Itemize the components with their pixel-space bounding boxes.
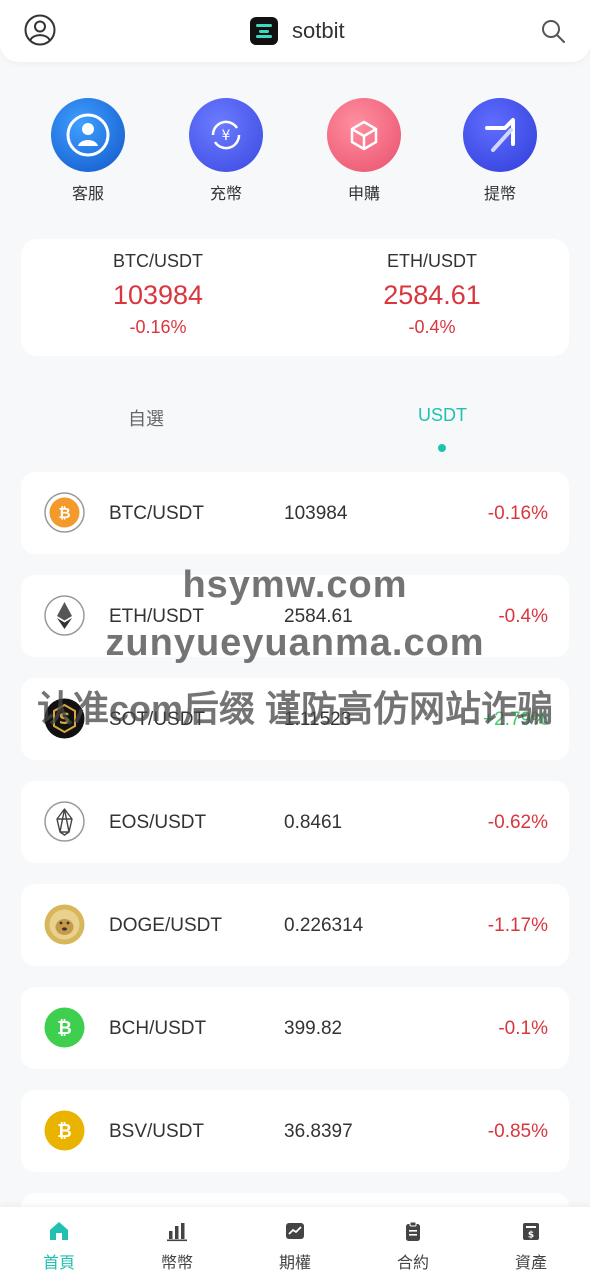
- nav-options[interactable]: 期權: [236, 1207, 354, 1280]
- ticker-card: BTC/USDT 103984 -0.16% ETH/USDT 2584.61 …: [21, 239, 569, 356]
- market-tabs: 自選 USDT: [0, 405, 590, 455]
- svg-text:₿: ₿: [58, 504, 70, 522]
- market-change: -0.16%: [487, 503, 548, 524]
- doge-icon: [44, 904, 85, 945]
- svg-text:₿: ₿: [57, 1018, 72, 1039]
- bottom-nav: 首頁 幣幣 期權 合約 $ 資產: [0, 1207, 590, 1280]
- market-row-doge[interactable]: DOGE/USDT 0.226314 -1.17%: [21, 884, 569, 966]
- withdraw-button[interactable]: 提幣: [450, 98, 550, 204]
- nav-label: 資產: [514, 1255, 547, 1272]
- search-icon[interactable]: [540, 18, 566, 44]
- svg-text:₿: ₿: [57, 1121, 72, 1142]
- market-pair: BSV/USDT: [109, 1121, 205, 1142]
- quick-actions: 客服 ¥ 充幣 申購 提幣: [0, 98, 590, 208]
- trend-icon: [286, 1223, 304, 1239]
- market-change: -1.17%: [487, 915, 548, 936]
- market-pair: DOGE/USDT: [109, 915, 222, 936]
- market-price: 0.226314: [284, 915, 364, 936]
- user-icon[interactable]: [24, 14, 56, 46]
- market-row-bch[interactable]: ₿ BCH/USDT 399.82 -0.1%: [21, 987, 569, 1069]
- market-change: -0.1%: [498, 1018, 548, 1039]
- market-row-bsv[interactable]: ₿ BSV/USDT 36.8397 -0.85%: [21, 1090, 569, 1172]
- nav-assets[interactable]: $ 資產: [472, 1207, 590, 1280]
- watermark-line-3: 认准com后缀 谨防高仿网站诈骗: [36, 688, 554, 729]
- market-price: 0.8461: [284, 812, 343, 833]
- clipboard-icon: [406, 1221, 420, 1241]
- nav-label: 期權: [278, 1255, 311, 1272]
- brand-name: sotbit: [292, 18, 345, 43]
- bch-icon: ₿: [44, 1007, 85, 1048]
- market-row-btc[interactable]: ₿ BTC/USDT 103984 -0.16%: [21, 472, 569, 554]
- nav-label: 幣幣: [160, 1255, 193, 1272]
- market-change: -0.62%: [487, 812, 548, 833]
- market-pair: EOS/USDT: [109, 812, 207, 833]
- bsv-icon: ₿: [44, 1110, 85, 1151]
- nav-label: 首頁: [42, 1255, 75, 1272]
- subscribe-label: 申購: [347, 186, 380, 203]
- ticker-pair: BTC/USDT: [113, 251, 203, 271]
- subscribe-button[interactable]: 申購: [314, 98, 414, 204]
- nav-spot[interactable]: 幣幣: [118, 1207, 236, 1280]
- market-price: 103984: [284, 503, 348, 524]
- deposit-button[interactable]: ¥ 充幣: [176, 98, 276, 204]
- deposit-icon: ¥: [189, 98, 263, 172]
- eos-icon: [44, 801, 85, 842]
- ticker-btc[interactable]: BTC/USDT 103984 -0.16%: [21, 251, 295, 338]
- watermark-line-1: hsymw.com: [182, 564, 408, 606]
- bar-chart-icon: [167, 1223, 187, 1242]
- active-tab-indicator: [438, 444, 446, 452]
- market-price: 36.8397: [284, 1121, 353, 1142]
- customer-service-label: 客服: [71, 186, 104, 203]
- market-change: -0.85%: [487, 1121, 548, 1142]
- ticker-eth[interactable]: ETH/USDT 2584.61 -0.4%: [295, 251, 569, 338]
- market-price: 399.82: [284, 1018, 343, 1039]
- watermark-line-2: zunyueyuanma.com: [105, 622, 485, 664]
- subscribe-box-icon: [327, 98, 401, 172]
- customer-service-icon: [51, 98, 125, 172]
- tab-usdt[interactable]: USDT: [418, 405, 467, 426]
- svg-text:¥: ¥: [222, 128, 231, 144]
- top-header: sotbit: [0, 0, 590, 62]
- withdraw-arrow-icon: [463, 98, 537, 172]
- nav-label: 合約: [396, 1255, 429, 1272]
- ticker-change: -0.16%: [129, 317, 187, 337]
- withdraw-label: 提幣: [483, 186, 516, 203]
- btc-icon: ₿: [44, 492, 85, 533]
- customer-service-button[interactable]: 客服: [38, 98, 138, 204]
- nav-contract[interactable]: 合約: [354, 1207, 472, 1280]
- ticker-price: 2584.61: [383, 280, 481, 310]
- market-pair: BCH/USDT: [109, 1018, 207, 1039]
- ticker-price: 103984: [112, 280, 204, 310]
- deposit-label: 充幣: [209, 186, 242, 203]
- svg-text:$: $: [528, 1231, 534, 1241]
- market-pair: BTC/USDT: [109, 503, 204, 524]
- home-icon: [50, 1222, 68, 1240]
- brand-logo-icon: [250, 17, 278, 45]
- nav-home[interactable]: 首頁: [0, 1207, 118, 1280]
- tab-favorites[interactable]: 自選: [128, 405, 164, 431]
- market-row-eos[interactable]: EOS/USDT 0.8461 -0.62%: [21, 781, 569, 863]
- brand: sotbit: [250, 16, 345, 46]
- wallet-icon: $: [523, 1223, 539, 1241]
- ticker-pair: ETH/USDT: [387, 251, 477, 271]
- ticker-change: -0.4%: [408, 317, 456, 337]
